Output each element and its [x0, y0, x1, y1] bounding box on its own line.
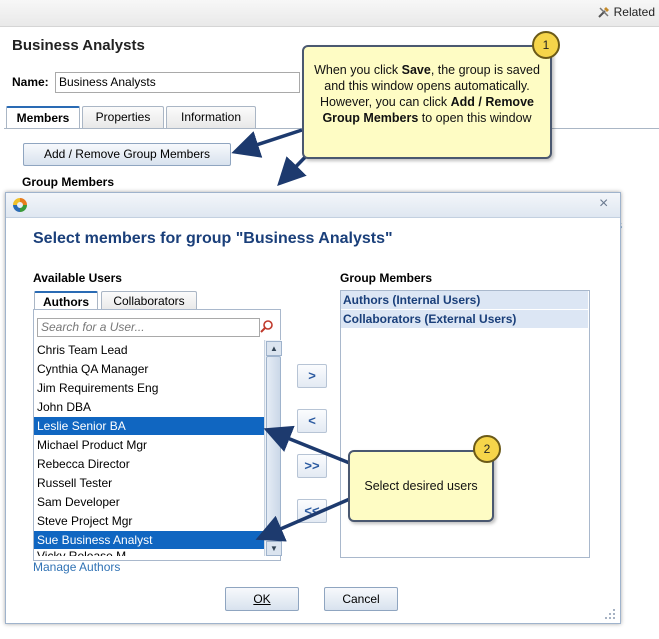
callout-2-badge: 2	[473, 435, 501, 463]
arrow-to-add-remove	[231, 128, 303, 158]
callout-1-badge: 1	[532, 31, 560, 59]
callout-1: When you click Save, the group is saved …	[302, 45, 552, 159]
arrow-to-leslie	[263, 425, 353, 466]
callout-1-text: When you click Save, the group is saved …	[304, 47, 550, 126]
arrow-to-sue	[255, 496, 353, 542]
callout-1-text-a: When you click	[314, 63, 402, 77]
callout-2: Select desired users	[348, 450, 494, 522]
callout-2-text: Select desired users	[364, 479, 478, 493]
callout-1-text-c: to open this window	[418, 111, 532, 125]
callout-1-bold-save: Save	[401, 63, 431, 77]
